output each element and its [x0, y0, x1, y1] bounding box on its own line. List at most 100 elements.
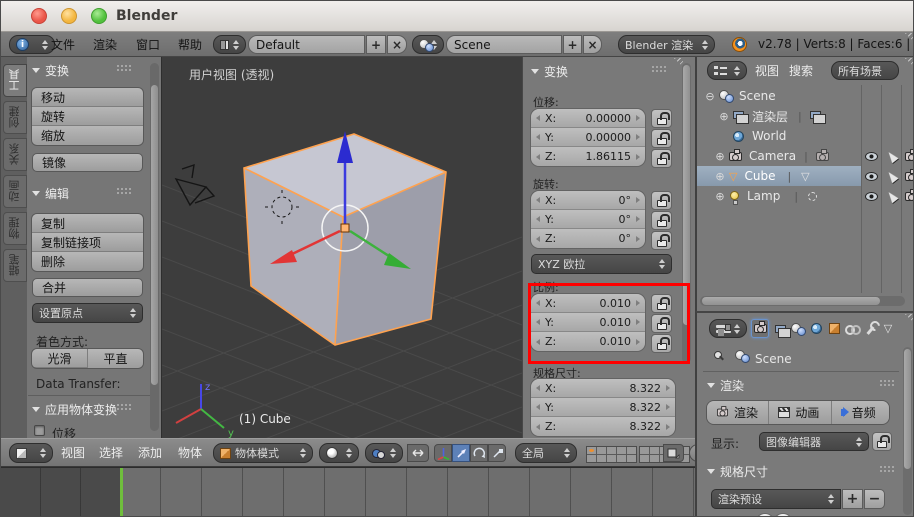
lamp-render-toggle[interactable]: [901, 186, 913, 206]
menu-render[interactable]: 渲染: [93, 32, 117, 56]
outliner-menu-search[interactable]: 搜索: [789, 57, 813, 83]
render-audio-button[interactable]: 音频: [831, 401, 889, 424]
resolution-slider-partial[interactable]: [773, 513, 793, 516]
properties-scrollbar[interactable]: [903, 347, 912, 515]
scene-add-button[interactable]: +: [563, 35, 582, 54]
panel-drag-grip[interactable]: [880, 380, 895, 386]
tab-object-data[interactable]: ▽: [879, 319, 897, 338]
menu-window[interactable]: 窗口: [136, 32, 160, 56]
menu-file[interactable]: 文件: [51, 32, 75, 56]
render-still-button[interactable]: 渲染: [707, 401, 770, 424]
translate-button[interactable]: 移动: [32, 88, 143, 107]
panel-drag-grip[interactable]: [880, 466, 895, 472]
render-engine-selector[interactable]: Blender 渲染: [618, 35, 715, 54]
scrollbar-thumb[interactable]: [683, 65, 690, 325]
render-presets-dropdown[interactable]: 渲染预设: [711, 489, 841, 509]
outliner-menu-view[interactable]: 视图: [755, 57, 779, 83]
manipulator-toggle-button[interactable]: [434, 444, 452, 462]
pivot-point-dropdown[interactable]: [365, 443, 403, 463]
cube-visibility-toggle[interactable]: [861, 166, 881, 186]
camera-render-toggle[interactable]: [901, 146, 913, 166]
tab-relations[interactable]: 关系: [3, 138, 27, 171]
panel-drag-grip[interactable]: [652, 66, 667, 72]
mode-dropdown[interactable]: 物体模式: [213, 443, 313, 463]
shade-smooth-button[interactable]: 光滑: [32, 349, 88, 368]
scrollbar-thumb[interactable]: [702, 297, 880, 305]
dimension-z-field[interactable]: Z: 8.322: [531, 417, 675, 436]
panel-header-transform-values[interactable]: 变换: [531, 63, 568, 80]
tab-modifiers[interactable]: [861, 319, 879, 338]
outliner-row-cube[interactable]: ⊕ ▽ Cube | ▽: [697, 166, 861, 186]
cube-selectability-toggle[interactable]: [882, 166, 902, 186]
timeline-editor[interactable]: [1, 467, 695, 516]
rotation-z-lock-button[interactable]: [651, 231, 672, 250]
delete-button[interactable]: 删除: [32, 252, 143, 271]
lamp-visibility-toggle[interactable]: [861, 186, 881, 206]
menu-view[interactable]: 视图: [61, 439, 85, 466]
dimension-x-field[interactable]: X: 8.322: [531, 379, 675, 398]
tab-render-layers[interactable]: [771, 319, 791, 338]
window-close-button[interactable]: [31, 8, 47, 24]
window-minimize-button[interactable]: [61, 8, 77, 24]
scrollbar-thumb[interactable]: [904, 349, 911, 469]
current-frame-marker[interactable]: [120, 468, 123, 516]
viewport-3d[interactable]: z y 用户视图 (透视) (1) Cube: [162, 57, 522, 438]
scale-z-field[interactable]: Z: 0.010: [531, 332, 645, 351]
scene-lock-button[interactable]: [663, 444, 684, 462]
display-mode-dropdown[interactable]: 图像编辑器: [759, 432, 869, 451]
tab-scene[interactable]: [789, 319, 807, 338]
scale-manipulator-button[interactable]: [488, 444, 506, 462]
outliner-row-world[interactable]: World: [697, 126, 913, 146]
scale-y-lock-button[interactable]: [651, 314, 672, 333]
preset-add-button[interactable]: +: [842, 489, 863, 509]
tab-physics[interactable]: 物理: [3, 212, 27, 245]
join-button[interactable]: 合并: [32, 278, 143, 297]
scene-selector[interactable]: [412, 35, 444, 54]
area-corner-grip[interactable]: [904, 314, 913, 324]
translate-manipulator-button[interactable]: [452, 444, 470, 462]
layout-add-button[interactable]: +: [366, 35, 386, 54]
rotation-y-field[interactable]: Y: 0°: [531, 210, 645, 229]
panel-header-apply-transform[interactable]: 应用物体变换: [32, 401, 117, 418]
preset-remove-button[interactable]: −: [864, 489, 885, 509]
mirror-button[interactable]: 镜像: [32, 153, 143, 172]
editor-type-selector-3dview[interactable]: [9, 443, 53, 463]
outliner-row-render-layers[interactable]: ⊕ 渲染层 |: [697, 106, 913, 126]
outliner-filter-dropdown[interactable]: 所有场景: [831, 61, 899, 80]
menu-select[interactable]: 选择: [99, 439, 123, 466]
panel-drag-grip[interactable]: [117, 404, 132, 410]
transform-orientation-dropdown[interactable]: 全局: [515, 443, 577, 463]
editor-type-selector-outliner[interactable]: [707, 61, 747, 80]
scale-button[interactable]: 缩放: [32, 126, 143, 145]
panel-drag-grip[interactable]: [117, 65, 132, 71]
cube-render-toggle[interactable]: [901, 166, 913, 186]
tab-render[interactable]: [751, 319, 769, 338]
scene-name-field[interactable]: Scene: [446, 35, 562, 54]
layers-grid-1[interactable]: [586, 446, 637, 463]
menu-object[interactable]: 物体: [178, 439, 202, 466]
layout-name-field[interactable]: Default: [248, 35, 365, 54]
panel-header-transform[interactable]: 变换: [32, 62, 69, 79]
rotation-mode-dropdown[interactable]: XYZ 欧拉: [531, 254, 672, 274]
viewport-shading-dropdown[interactable]: [319, 443, 359, 463]
camera-visibility-toggle[interactable]: [861, 146, 881, 166]
outliner-horizontal-scrollbar[interactable]: [700, 296, 905, 306]
duplicate-linked-button[interactable]: 复制链接项: [32, 233, 143, 252]
scale-y-field[interactable]: Y: 0.010: [531, 313, 645, 332]
tab-animation[interactable]: 动画: [3, 175, 27, 208]
location-x-lock-button[interactable]: [651, 109, 672, 128]
rotation-x-field[interactable]: X: 0°: [531, 191, 645, 210]
layer-1-active[interactable]: [587, 447, 596, 454]
expand-icon[interactable]: ⊕: [713, 150, 727, 163]
location-x-field[interactable]: X: 0.00000: [531, 109, 645, 128]
set-origin-dropdown[interactable]: 设置原点: [32, 303, 143, 323]
menu-add[interactable]: 添加: [138, 439, 162, 466]
outliner-row-scene[interactable]: ⊖ Scene: [697, 86, 913, 106]
editor-type-selector-properties[interactable]: [709, 319, 747, 338]
editor-type-selector-info[interactable]: [9, 35, 55, 54]
screen-layout-selector[interactable]: [213, 35, 246, 54]
tab-grease-pencil[interactable]: 蜡笔: [3, 249, 27, 282]
duplicate-button[interactable]: 复制: [32, 214, 143, 233]
scale-z-lock-button[interactable]: [651, 334, 672, 353]
resolution-slider-partial[interactable]: [755, 513, 775, 516]
